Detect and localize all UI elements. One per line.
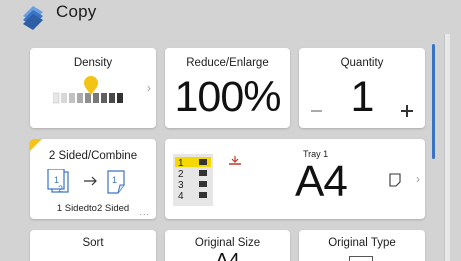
- original-size-tile[interactable]: Original Size A4: [165, 230, 290, 261]
- paper-select-tile[interactable]: 1 2 3 4 Tray 1 A4 ›: [165, 139, 425, 219]
- reduce-enlarge-value: 100%: [174, 73, 282, 121]
- sort-label: Sort: [82, 237, 104, 249]
- quantity-plus-icon[interactable]: [401, 105, 413, 117]
- original-type-label: Original Type: [328, 237, 396, 249]
- sided-combine-caption: 1 Sidedto2 Sided: [56, 203, 130, 214]
- original-size-label: Original Size: [194, 237, 261, 249]
- side-panel-edge: [444, 34, 450, 261]
- quantity-label: Quantity: [340, 57, 384, 69]
- sided-combine-tile[interactable]: 2 Sided/Combine 1 2 1 1 Sidedto2 Sided .…: [30, 139, 156, 219]
- quantity-minus-icon[interactable]: [311, 110, 322, 112]
- tray-1-label: 1: [178, 158, 184, 169]
- original-type-icon: [349, 256, 373, 261]
- reduce-enlarge-label: Reduce/Enlarge: [186, 57, 269, 69]
- vertical-scrollbar[interactable]: [432, 44, 435, 159]
- duplex-result-page: 1: [112, 175, 118, 185]
- original-size-value: A4: [215, 250, 240, 261]
- density-scale-icon: [53, 76, 123, 104]
- app-header: Copy: [0, 0, 461, 34]
- density-label: Density: [73, 57, 113, 69]
- tray-3-label: 3: [178, 180, 184, 191]
- density-tile[interactable]: Density ›: [30, 48, 156, 128]
- more-options-icon: ...: [139, 207, 150, 217]
- duplex-from-page-2: 2: [58, 184, 64, 194]
- feed-direction-icon: [229, 156, 241, 165]
- tray-2-label: 2: [178, 169, 184, 180]
- density-chevron-right-icon: ›: [147, 81, 151, 95]
- paper-orientation-icon: [389, 173, 401, 187]
- reduce-enlarge-tile[interactable]: Reduce/Enlarge 100%: [165, 48, 290, 128]
- sort-tile[interactable]: Sort: [30, 230, 156, 261]
- paper-size-value: A4: [295, 157, 348, 206]
- quantity-tile[interactable]: Quantity 1: [299, 48, 425, 128]
- original-type-tile[interactable]: Original Type: [299, 230, 425, 261]
- tray-4-label: 4: [178, 191, 184, 202]
- sided-combine-label: 2 Sided/Combine: [48, 150, 138, 162]
- page-title: Copy: [56, 2, 97, 21]
- copy-app-icon: [23, 6, 43, 30]
- paper-chevron-right-icon: ›: [416, 172, 420, 186]
